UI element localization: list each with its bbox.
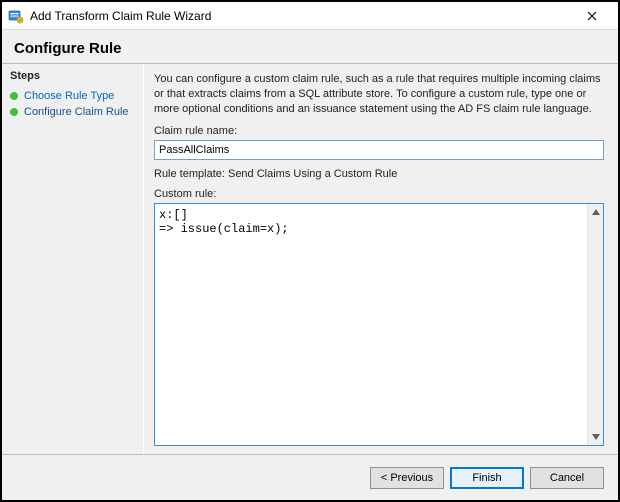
step-configure-claim-rule[interactable]: Configure Claim Rule <box>10 104 135 120</box>
custom-rule-label: Custom rule: <box>154 188 604 200</box>
steps-title: Steps <box>10 70 135 82</box>
footer: < Previous Finish Cancel <box>2 454 618 500</box>
custom-rule-textarea[interactable] <box>155 204 587 445</box>
description-text: You can configure a custom claim rule, s… <box>154 72 604 117</box>
cancel-button[interactable]: Cancel <box>530 467 604 489</box>
scrollbar[interactable] <box>587 204 603 445</box>
finish-button[interactable]: Finish <box>450 467 524 489</box>
custom-rule-container <box>154 203 604 446</box>
wizard-icon <box>8 8 24 24</box>
scroll-down-icon[interactable] <box>588 429 603 445</box>
wizard-window: Add Transform Claim Rule Wizard Configur… <box>0 0 620 502</box>
claim-rule-name-label: Claim rule name: <box>154 125 604 137</box>
rule-template-label: Rule template: Send Claims Using a Custo… <box>154 168 604 180</box>
page-heading: Configure Rule <box>2 30 618 63</box>
steps-sidebar: Steps Choose Rule Type Configure Claim R… <box>2 64 144 454</box>
body: Steps Choose Rule Type Configure Claim R… <box>2 64 618 454</box>
previous-button[interactable]: < Previous <box>370 467 444 489</box>
titlebar: Add Transform Claim Rule Wizard <box>2 2 618 30</box>
step-label: Choose Rule Type <box>24 90 114 102</box>
main-panel: You can configure a custom claim rule, s… <box>144 64 618 454</box>
bullet-icon <box>10 108 18 116</box>
step-choose-rule-type[interactable]: Choose Rule Type <box>10 88 135 104</box>
scroll-up-icon[interactable] <box>588 204 603 220</box>
close-button[interactable] <box>572 3 612 29</box>
step-label: Configure Claim Rule <box>24 106 129 118</box>
window-title: Add Transform Claim Rule Wizard <box>30 9 572 23</box>
bullet-icon <box>10 92 18 100</box>
claim-rule-name-input[interactable] <box>154 140 604 160</box>
